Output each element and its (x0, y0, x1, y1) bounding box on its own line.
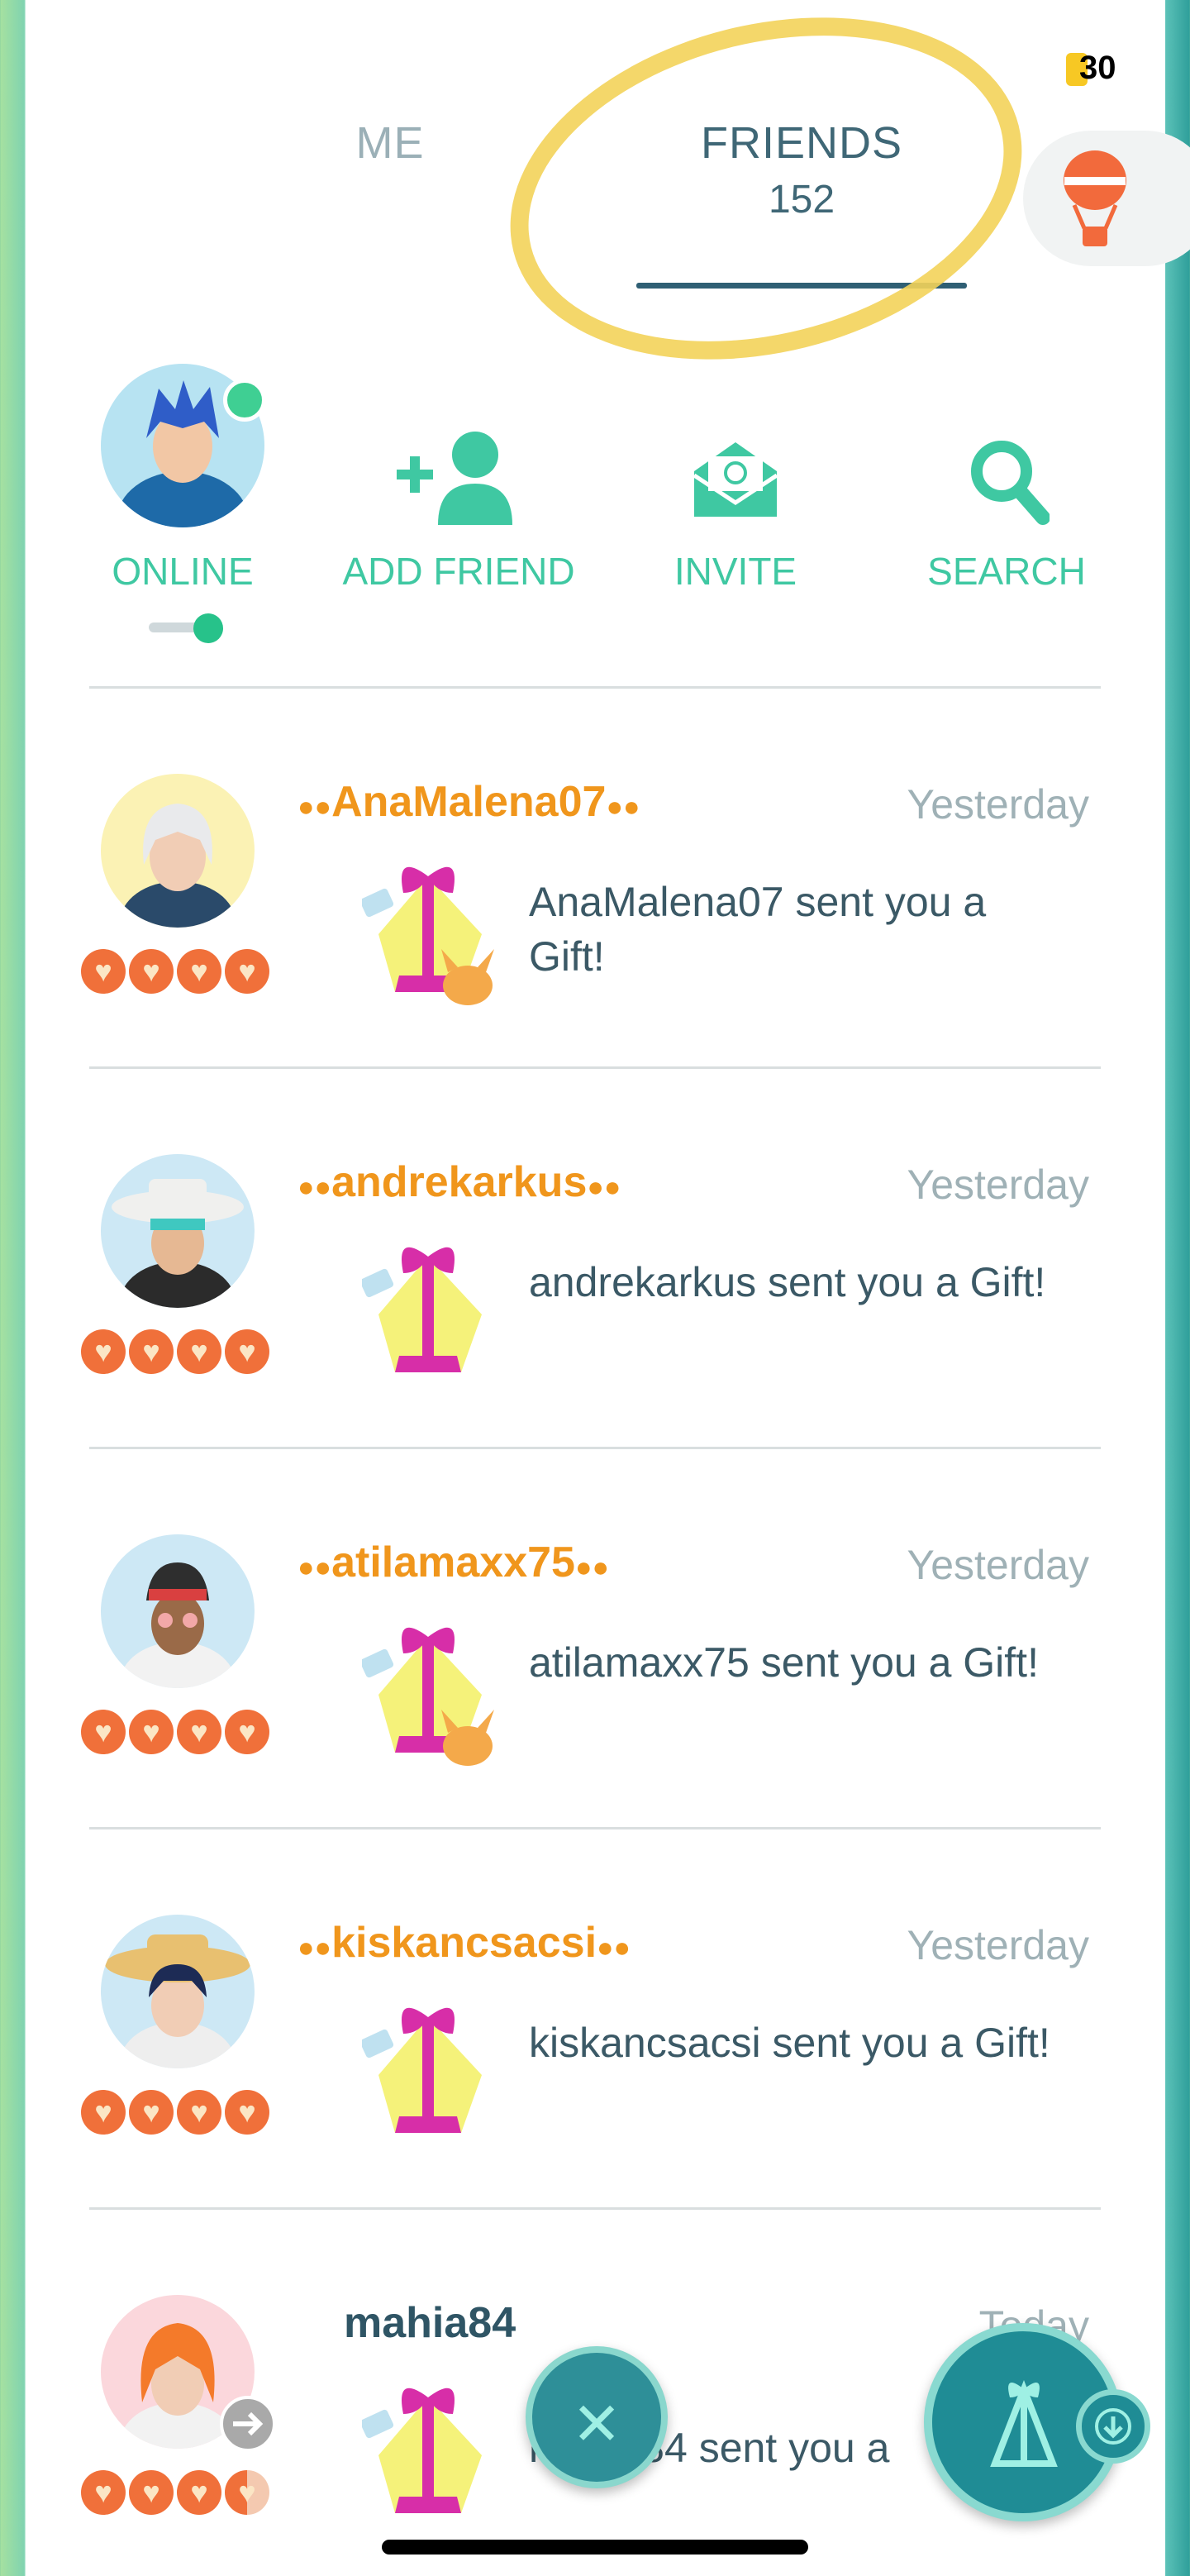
arrow-badge-icon (220, 2396, 276, 2452)
coin-counter: 30 (1066, 50, 1116, 87)
gift-icon (362, 2388, 482, 2513)
heart-icon: ♥ (129, 2090, 174, 2135)
gift-icon (362, 2007, 482, 2133)
toggle-knob (193, 613, 223, 643)
friend-avatar (101, 1534, 255, 1688)
search-label: SEARCH (927, 550, 1086, 593)
balloon-icon (1064, 150, 1126, 246)
best-friend-badge-icon: ●● (298, 1932, 332, 1963)
close-button[interactable]: ✕ (526, 2346, 668, 2488)
close-icon: ✕ (571, 2392, 622, 2458)
invite-button[interactable]: INVITE (653, 422, 818, 593)
best-friend-badge-icon: ●● (298, 791, 332, 823)
friend-message: AnaMalena07 sent you a Gift! (529, 879, 987, 980)
friend-name: ●●atilamaxx75●● (298, 1538, 610, 1586)
best-friend-badge-icon: ●● (298, 1552, 332, 1583)
heart-icon: ♥ (129, 2470, 174, 2515)
heart-icon: ♥ (225, 2090, 269, 2135)
heart-icon: ♥ (129, 1710, 174, 1754)
gift-bag-icon (990, 2379, 1058, 2467)
heart-icon: ♥ (177, 2090, 221, 2135)
friend-name: ●●kiskancsacsi●● (298, 1919, 631, 1967)
gift-icon (362, 1247, 482, 1372)
heart-icon: ♥ (177, 1329, 221, 1374)
divider (89, 1066, 1101, 1069)
heart-icon: ♥ (225, 1329, 269, 1374)
add-friend-label: ADD FRIEND (342, 550, 575, 593)
heart-icon: ♥ (129, 1329, 174, 1374)
heart-icon: ♥ (81, 1710, 126, 1754)
search-button[interactable]: SEARCH (924, 422, 1089, 593)
friend-timestamp: Yesterday (907, 1542, 1089, 1588)
friend-timestamp: Yesterday (907, 1162, 1089, 1208)
heart-icon: ♥ (129, 949, 174, 994)
best-friend-badge-icon: ●● (298, 1171, 332, 1203)
heart-icon: ♥ (177, 949, 221, 994)
home-indicator[interactable] (382, 2540, 808, 2555)
heart-icon: ♥ (81, 1329, 126, 1374)
heart-icon: ♥ (177, 1710, 221, 1754)
heart-icon: ♥ (81, 949, 126, 994)
gift-icon (362, 1627, 494, 1766)
friend-message: atilamaxx75 sent you a Gift! (529, 1639, 1039, 1686)
balloon-button[interactable] (1023, 131, 1190, 266)
friendship-hearts: ♥ ♥ ♥ ♥ (81, 2090, 269, 2135)
friend-name: ●●andrekarkus●● (298, 1158, 621, 1206)
friendship-hearts: ♥ ♥ ♥ ♥ (81, 949, 269, 994)
divider (89, 686, 1101, 689)
friend-name: ●●AnaMalena07●● (298, 778, 640, 826)
friend-timestamp: Yesterday (907, 781, 1089, 828)
add-friend-icon (397, 432, 512, 525)
add-friend-button[interactable]: ADD FRIEND (331, 422, 587, 593)
friend-message: andrekarkus sent you a Gift! (529, 1259, 1046, 1305)
divider (89, 2207, 1101, 2210)
online-toggle[interactable] (149, 613, 228, 643)
heart-icon: ♥ (81, 2090, 126, 2135)
heart-icon: ♥ (177, 2470, 221, 2515)
friend-avatar (101, 1154, 255, 1308)
friend-message: kiskancsacsi sent you a Gift! (529, 2020, 1050, 2066)
friend-timestamp: Yesterday (907, 1922, 1089, 1968)
tab-me[interactable]: ME (307, 117, 473, 169)
heart-icon: ♥ (225, 949, 269, 994)
friend-avatar (101, 774, 255, 928)
search-icon (971, 441, 1050, 525)
friend-name: mahia84 (344, 2299, 516, 2347)
heart-icon-partial: ♥ (225, 2470, 269, 2515)
coin-count: 30 (1079, 50, 1116, 86)
download-arrow-icon (1095, 2408, 1131, 2445)
divider (89, 1827, 1101, 1829)
invite-label: INVITE (674, 550, 797, 593)
heart-icon: ♥ (81, 2470, 126, 2515)
download-badge[interactable] (1076, 2389, 1150, 2464)
online-label: ONLINE (112, 550, 254, 593)
friend-avatar (101, 1915, 255, 2068)
divider (89, 1447, 1101, 1449)
heart-icon: ♥ (225, 1710, 269, 1754)
envelope-icon (693, 442, 778, 517)
online-status-dot (223, 379, 266, 422)
gift-icon (362, 866, 494, 1005)
friendship-hearts: ♥ ♥ ♥ ♥ (81, 1710, 269, 1754)
friendship-hearts: ♥ ♥ ♥ ♥ (81, 2470, 269, 2515)
friendship-hearts: ♥ ♥ ♥ ♥ (81, 1329, 269, 1374)
